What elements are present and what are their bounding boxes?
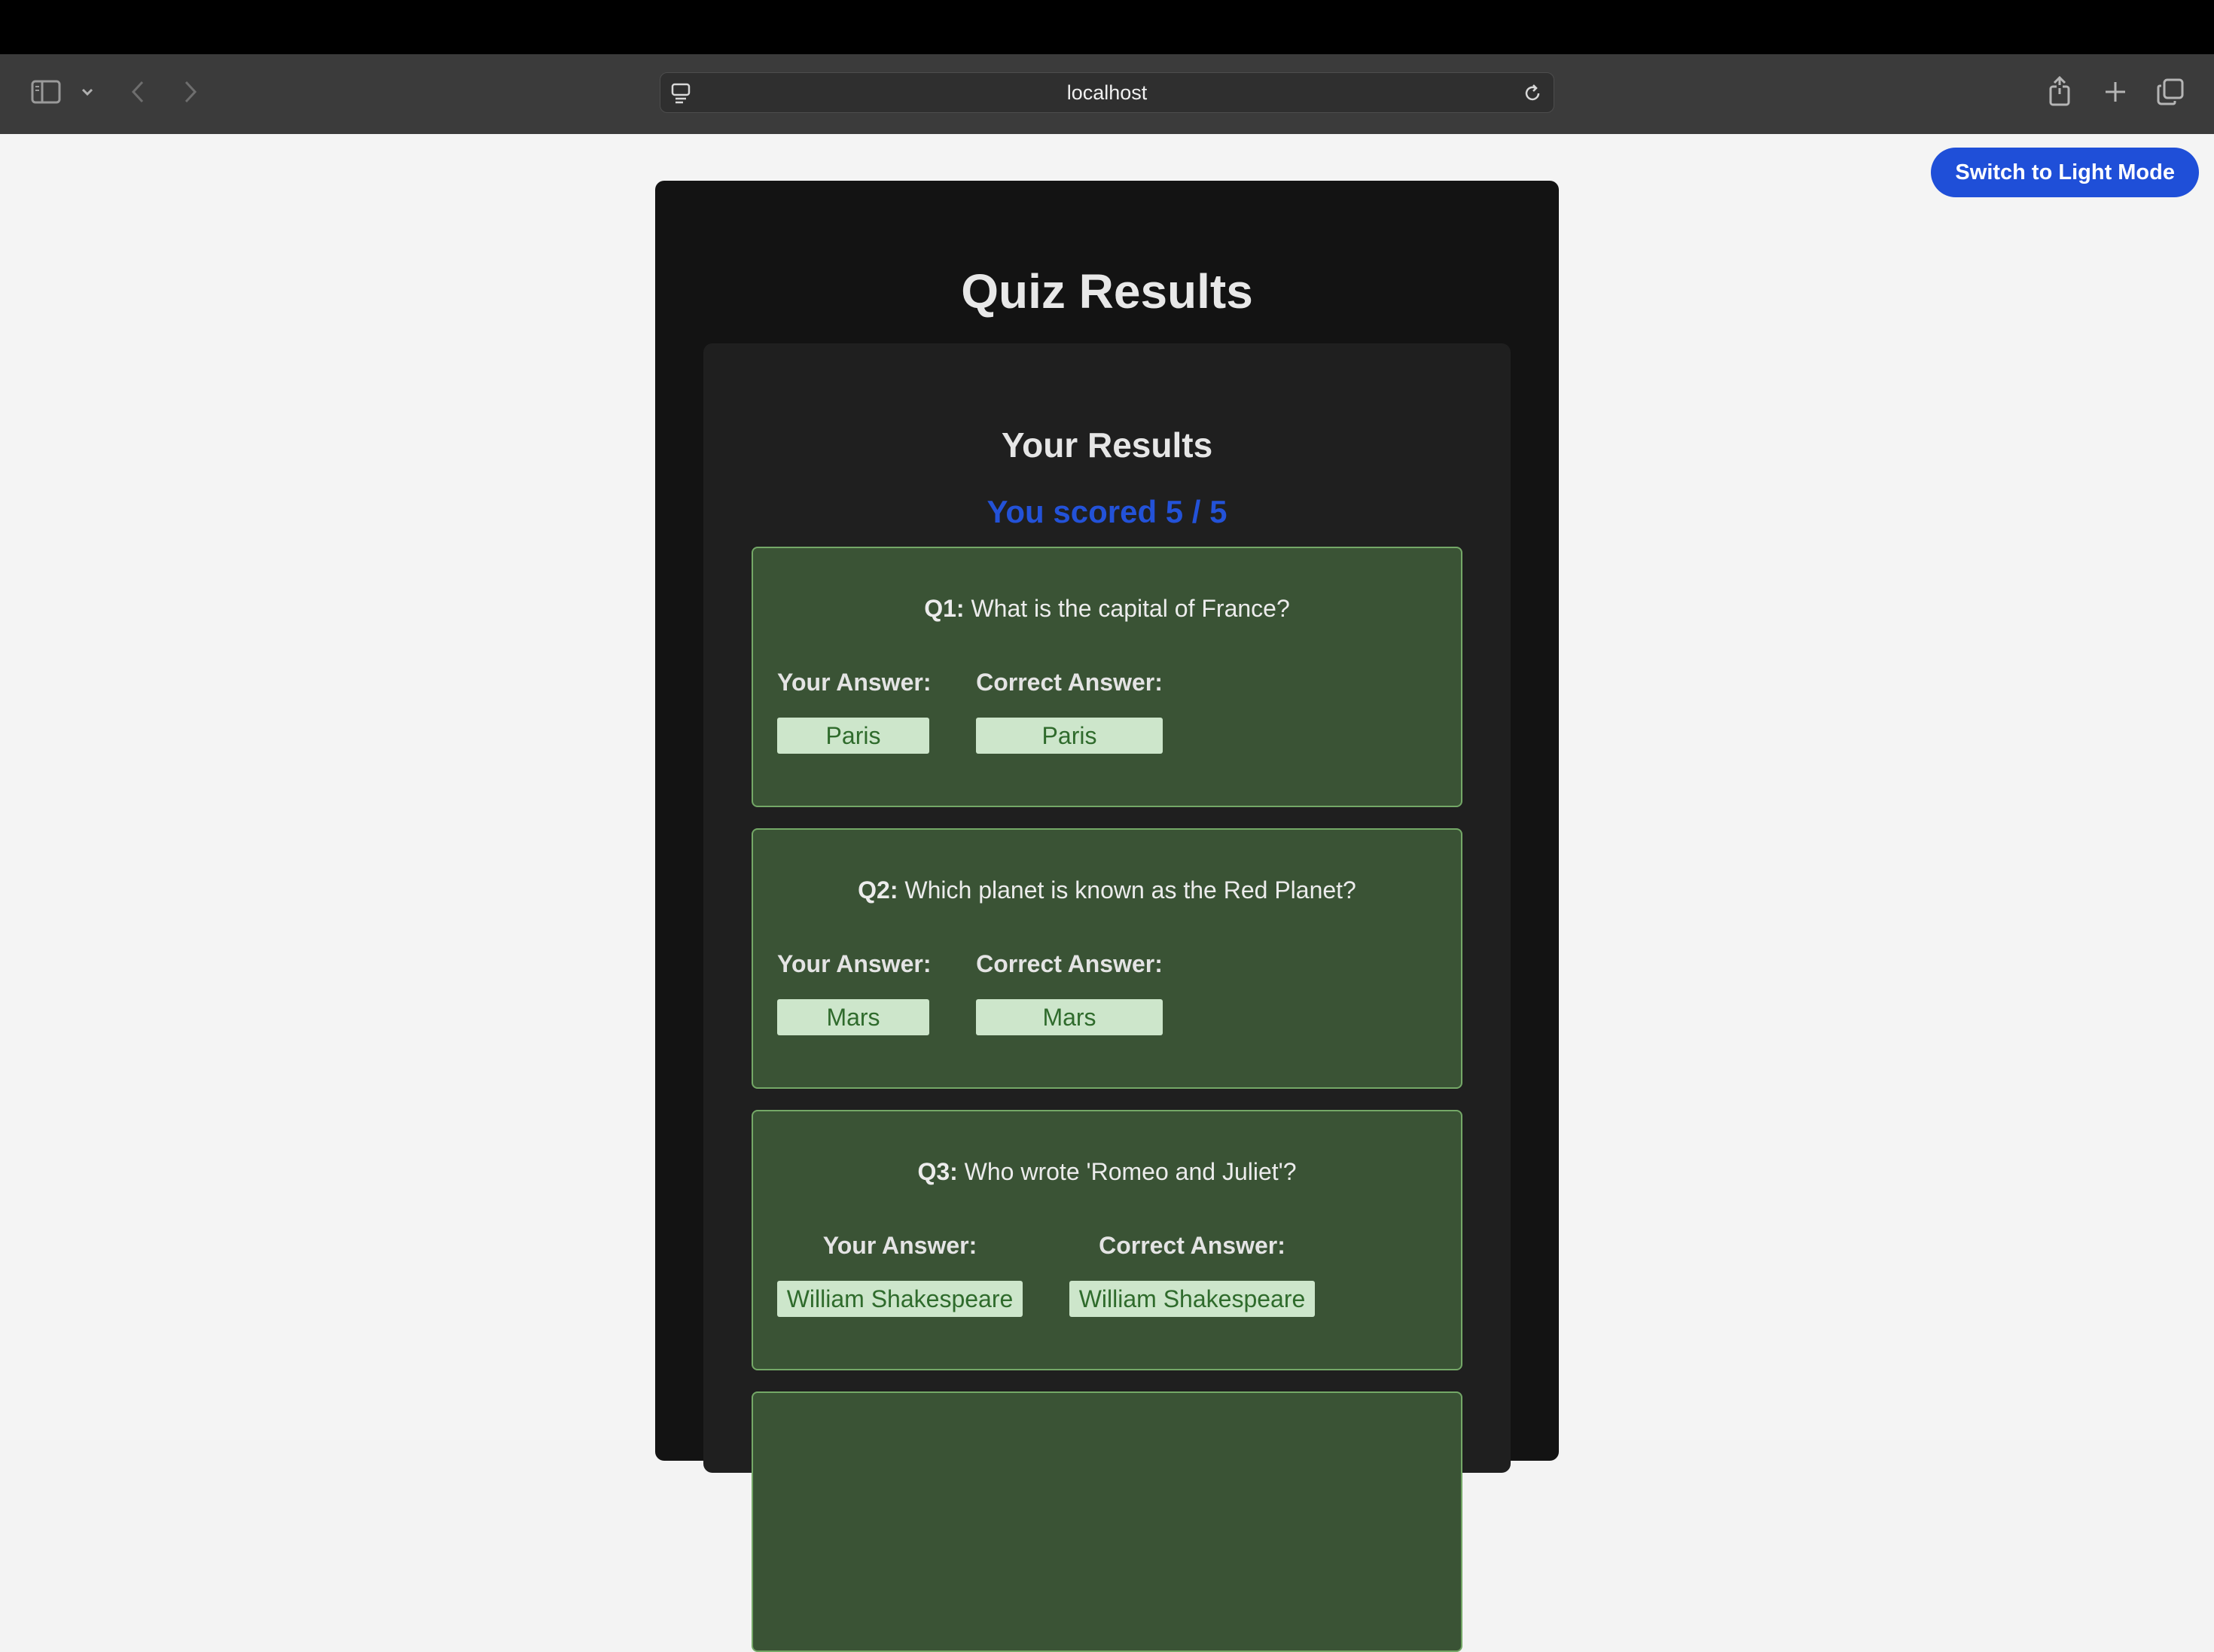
correct-answer-label: Correct Answer: xyxy=(1099,1232,1285,1259)
chevron-down-icon[interactable] xyxy=(78,83,96,101)
question-number: Q3: xyxy=(917,1158,958,1185)
reload-icon[interactable] xyxy=(1520,81,1545,106)
question-card-4 xyxy=(752,1391,1462,1652)
results-heading: Your Results xyxy=(1001,425,1213,465)
question-number: Q1: xyxy=(924,595,965,622)
correct-answer-column: Correct Answer: Paris xyxy=(976,669,1163,754)
results-panel: Your Results You scored 5 / 5 Q1: What i… xyxy=(703,343,1511,1652)
window-top-bar xyxy=(0,0,2214,54)
new-tab-icon[interactable] xyxy=(2101,77,2130,107)
back-icon[interactable] xyxy=(127,77,149,107)
page-title: Quiz Results xyxy=(961,264,1253,319)
your-answer-value: Mars xyxy=(777,999,929,1035)
page-content: Switch to Light Mode Quiz Results Your R… xyxy=(0,134,2214,1652)
your-answer-label: Your Answer: xyxy=(777,950,932,977)
question-body: What is the capital of France? xyxy=(971,595,1290,622)
question-body: Who wrote 'Romeo and Juliet'? xyxy=(964,1158,1297,1185)
your-answer-label: Your Answer: xyxy=(777,669,932,696)
question-text: Q3: Who wrote 'Romeo and Juliet'? xyxy=(753,1158,1461,1186)
forward-icon[interactable] xyxy=(179,77,202,107)
question-text: Q1: What is the capital of France? xyxy=(753,595,1461,623)
share-icon[interactable] xyxy=(2045,74,2074,108)
sidebar-toggle-icon[interactable] xyxy=(29,77,63,107)
correct-answer-column: Correct Answer: Mars xyxy=(976,950,1163,1035)
score-text: You scored 5 / 5 xyxy=(987,494,1227,529)
your-answer-value: Paris xyxy=(777,718,929,754)
your-answer-label: Your Answer: xyxy=(822,1232,977,1259)
your-answer-column: Your Answer: William Shakespeare xyxy=(777,1232,1023,1317)
browser-toolbar: localhost xyxy=(0,54,2214,135)
tab-overview-icon[interactable] xyxy=(2155,77,2185,107)
question-card-2: Q2: Which planet is known as the Red Pla… xyxy=(752,828,1462,1089)
correct-answer-label: Correct Answer: xyxy=(976,950,1163,977)
your-answer-column: Your Answer: Paris xyxy=(777,669,932,754)
your-answer-column: Your Answer: Mars xyxy=(777,950,932,1035)
correct-answer-value: Mars xyxy=(976,999,1163,1035)
quiz-results-card: Quiz Results Your Results You scored 5 /… xyxy=(655,181,1559,1652)
question-number: Q2: xyxy=(858,876,898,904)
correct-answer-column: Correct Answer: William Shakespeare xyxy=(1069,1232,1315,1317)
question-card-3: Q3: Who wrote 'Romeo and Juliet'? Your A… xyxy=(752,1110,1462,1370)
question-body: Which planet is known as the Red Planet? xyxy=(904,876,1356,904)
question-text: Q2: Which planet is known as the Red Pla… xyxy=(753,876,1461,904)
correct-answer-label: Correct Answer: xyxy=(976,669,1163,696)
question-card-1: Q1: What is the capital of France? Your … xyxy=(752,547,1462,807)
correct-answer-value: William Shakespeare xyxy=(1069,1281,1315,1317)
your-answer-value: William Shakespeare xyxy=(777,1281,1023,1317)
correct-answer-value: Paris xyxy=(976,718,1163,754)
url-text: localhost xyxy=(1066,81,1148,104)
address-bar[interactable]: localhost xyxy=(660,72,1554,113)
theme-toggle-button[interactable]: Switch to Light Mode xyxy=(1931,148,2199,197)
